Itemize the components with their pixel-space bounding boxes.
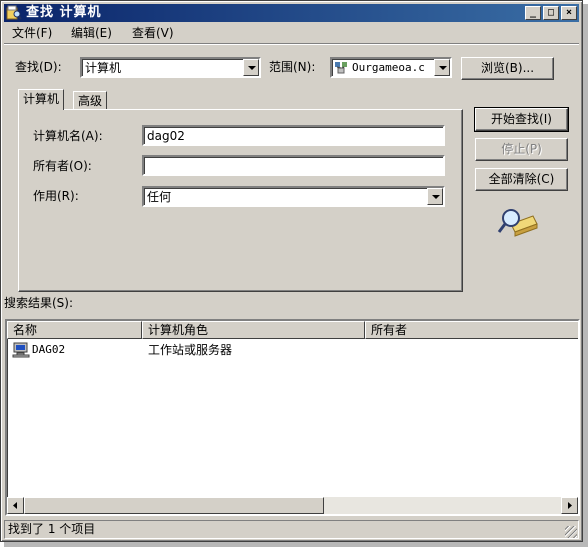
- title-bar[interactable]: 查找 计算机 _ □ ×: [4, 4, 579, 22]
- scroll-right-button[interactable]: [561, 497, 578, 514]
- menu-file[interactable]: 文件(F): [12, 25, 52, 41]
- role-label: 作用(R):: [33, 189, 79, 203]
- result-name: DAG02: [32, 343, 66, 356]
- close-button[interactable]: ×: [561, 6, 577, 20]
- role-value: 任何: [147, 190, 172, 204]
- scroll-left-button[interactable]: [7, 497, 24, 514]
- status-bar: 找到了 1 个项目: [4, 519, 579, 540]
- clear-all-button[interactable]: 全部清除(C): [475, 168, 568, 191]
- find-type-combo[interactable]: 计算机: [80, 57, 261, 78]
- scroll-thumb[interactable]: [24, 497, 324, 514]
- find-computer-window: 查找 计算机 _ □ × 文件(F) 编辑(E) 查看(V) 查找(D): 计算…: [0, 0, 583, 542]
- table-row[interactable]: DAG02 工作站或服务器: [7, 341, 578, 359]
- maximize-button[interactable]: □: [543, 6, 559, 20]
- menu-edit[interactable]: 编辑(E): [71, 25, 112, 41]
- owner-label: 所有者(O):: [33, 159, 92, 173]
- start-search-button[interactable]: 开始查找(I): [474, 107, 569, 132]
- domain-icon: [335, 62, 347, 74]
- column-header-role[interactable]: 计算机角色: [142, 321, 365, 339]
- resize-grip-icon[interactable]: [565, 526, 577, 538]
- search-animation-icon: [497, 209, 538, 237]
- window-shadow-bottom: [4, 542, 588, 547]
- owner-input[interactable]: [142, 155, 445, 176]
- scope-combo[interactable]: Ourgameoa.c: [330, 57, 452, 78]
- arrow-left-icon: [13, 502, 17, 509]
- role-dropdown-arrow[interactable]: [427, 188, 443, 205]
- status-text: 找到了 1 个项目: [4, 520, 579, 539]
- tab-panel-computer: 计算机名(A): dag02 所有者(O): 作用(R): 任何: [18, 109, 463, 292]
- column-header-owner[interactable]: 所有者: [365, 321, 578, 339]
- scope-label: 范围(N):: [269, 60, 316, 74]
- search-results-label: 搜索结果(S):: [4, 296, 74, 310]
- menu-view[interactable]: 查看(V): [132, 25, 174, 41]
- column-header-name[interactable]: 名称: [7, 321, 142, 339]
- window-shadow-right: [583, 4, 588, 547]
- scope-value: Ourgameoa.c: [352, 61, 425, 74]
- minimize-button[interactable]: _: [525, 6, 541, 20]
- window-title: 查找 计算机: [26, 5, 102, 20]
- results-list[interactable]: 名称 计算机角色 所有者 DAG02 工作站或服务器: [5, 319, 580, 516]
- role-combo[interactable]: 任何: [142, 186, 445, 207]
- find-type-dropdown-arrow[interactable]: [243, 59, 259, 76]
- arrow-right-icon: [568, 502, 572, 509]
- find-label: 查找(D):: [15, 60, 62, 74]
- browse-button[interactable]: 浏览(B)...: [461, 57, 554, 80]
- find-window-icon: [6, 5, 22, 20]
- computer-name-input[interactable]: dag02: [142, 125, 445, 146]
- menu-separator: [4, 43, 579, 45]
- menu-bar: 文件(F) 编辑(E) 查看(V): [4, 23, 579, 43]
- horizontal-scrollbar[interactable]: [7, 497, 578, 514]
- scope-dropdown-arrow[interactable]: [434, 59, 450, 76]
- tab-advanced[interactable]: 高级: [73, 91, 108, 109]
- computer-name-label: 计算机名(A):: [33, 129, 103, 143]
- find-type-value: 计算机: [85, 61, 122, 75]
- result-role: 工作站或服务器: [148, 343, 233, 357]
- stop-button[interactable]: 停止(P): [475, 138, 568, 161]
- computer-icon: [12, 342, 30, 358]
- tab-computer[interactable]: 计算机: [18, 89, 65, 110]
